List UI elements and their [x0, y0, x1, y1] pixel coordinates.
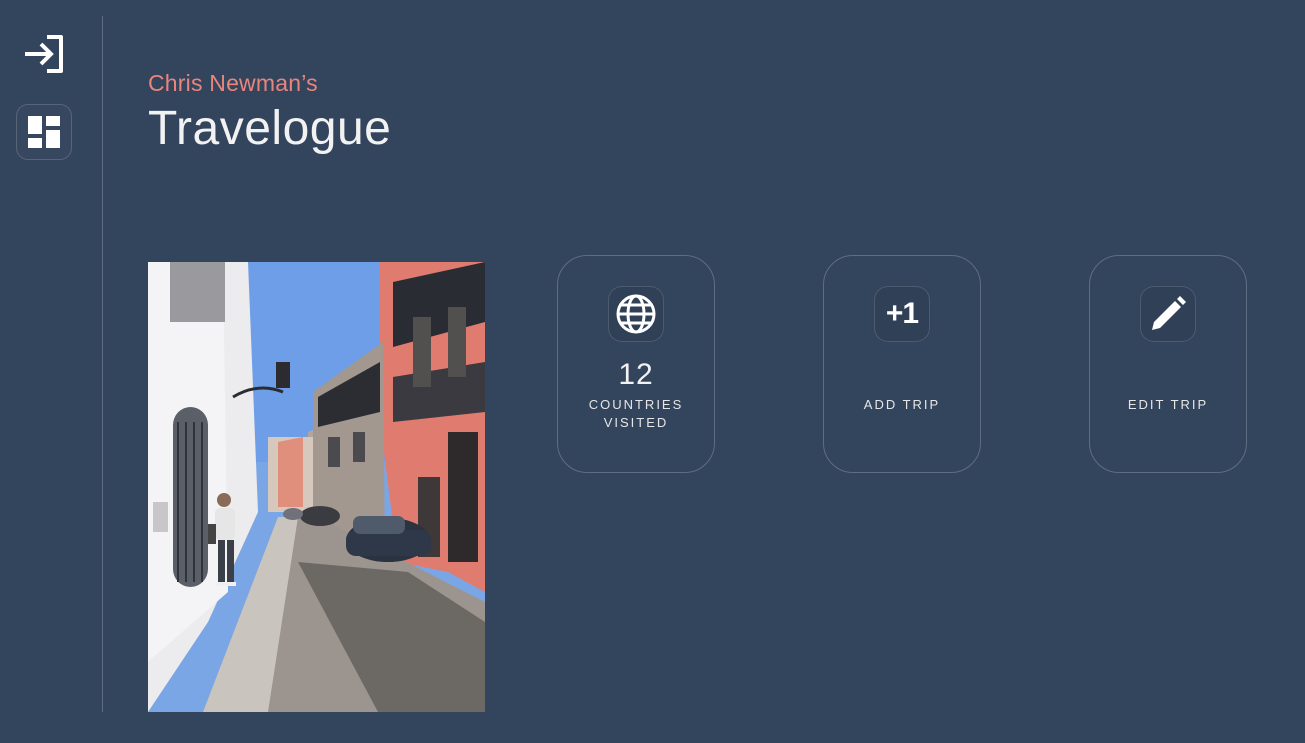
- globe-icon: [616, 294, 656, 334]
- add-trip-card[interactable]: +1 ADD TRIP: [823, 255, 981, 473]
- add-trip-label: ADD TRIP: [863, 397, 941, 412]
- countries-count: 12: [618, 358, 654, 391]
- countries-label-line1: COUNTRIES: [588, 397, 684, 412]
- login-button[interactable]: [16, 26, 72, 82]
- travel-photo: [148, 262, 485, 712]
- edit-trip-card[interactable]: EDIT TRIP: [1089, 255, 1247, 473]
- owner-name: Chris Newman’s: [148, 70, 318, 96]
- login-icon: [25, 35, 63, 73]
- pencil-icon: [1152, 296, 1186, 330]
- globe-icon-box: [608, 286, 664, 342]
- add-trip-icon-box: +1: [874, 286, 930, 342]
- page-title: Travelogue: [148, 102, 392, 155]
- countries-label: COUNTRIES VISITED: [558, 396, 714, 432]
- dashboard-button[interactable]: [16, 104, 72, 160]
- dashboard-icon: [28, 116, 60, 148]
- sidebar: [0, 0, 103, 743]
- edit-trip-icon-box: [1140, 286, 1196, 342]
- header: Chris Newman’s Travelogue: [148, 70, 391, 156]
- countries-label-line2: VISITED: [603, 415, 669, 430]
- sidebar-divider: [102, 16, 103, 712]
- countries-visited-card[interactable]: 12 COUNTRIES VISITED: [557, 255, 715, 473]
- plus-one-icon: +1: [885, 297, 919, 330]
- edit-trip-label: EDIT TRIP: [1127, 397, 1209, 412]
